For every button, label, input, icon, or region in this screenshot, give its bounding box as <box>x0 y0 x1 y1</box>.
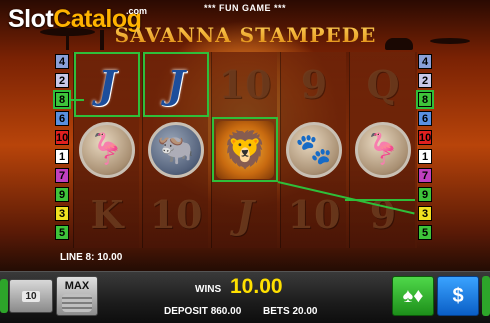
line-number-4: 4 <box>55 54 69 69</box>
symbol-q: Q <box>366 62 400 107</box>
left-edge-button[interactable] <box>0 279 8 313</box>
tree-silhouette-right <box>430 38 470 44</box>
line-number-8: 8 <box>53 90 71 109</box>
wins-label: WINS <box>195 284 222 295</box>
game-screen: *** FUN GAME *** SlotCatalog .com SAVANN… <box>0 0 490 323</box>
cards-icon: ♠♦ <box>402 284 424 307</box>
symbol-10: 10 <box>287 192 341 237</box>
line-number-1: 1 <box>55 149 69 164</box>
symbol-lion: 🦁 <box>212 117 278 182</box>
symbol-9: 9 <box>300 62 328 107</box>
reel-2: J 🐃 10 <box>142 52 209 248</box>
line-number-2: 2 <box>418 73 432 88</box>
reel-3: 10 🦁 J <box>211 52 278 248</box>
line-number-2: 2 <box>55 73 69 88</box>
game-title: SAVANNA STAMPEDE <box>108 23 383 47</box>
symbol-9: 9 <box>369 192 397 237</box>
line-number-7: 7 <box>55 168 69 183</box>
symbol-10: 10 <box>149 192 203 237</box>
payline-8-segment-1 <box>69 99 84 101</box>
line-number-5: 5 <box>418 225 432 240</box>
coins-icon <box>62 294 92 312</box>
reel-5: Q 🦩 9 <box>349 52 415 248</box>
reels-area: J 🦩 K J 🐃 10 10 🦁 J 9 🐾 10 Q 🦩 9 <box>73 52 417 248</box>
line-number-5: 5 <box>55 225 69 240</box>
symbol-k: K <box>90 192 124 237</box>
line-number-10: 10 <box>418 130 432 145</box>
line-number-7: 7 <box>418 168 432 183</box>
line-number-9: 9 <box>55 187 69 202</box>
right-edge-button[interactable] <box>482 276 490 316</box>
gamble-button[interactable]: ♠♦ <box>392 276 434 316</box>
symbol-j: J <box>143 52 209 117</box>
deposit-display: DEPOSIT 860.00 <box>164 306 242 317</box>
reel-1: J 🦩 K <box>73 52 140 248</box>
symbol-10: 10 <box>218 62 272 107</box>
symbol-buffalo: 🐃 <box>143 117 209 182</box>
line-number-3: 3 <box>418 206 432 221</box>
line-number-6: 6 <box>418 111 432 126</box>
elephant-silhouette <box>385 38 413 50</box>
line-number-8: 8 <box>416 90 434 109</box>
symbol-j: J <box>236 192 254 237</box>
line-number-9: 9 <box>418 187 432 202</box>
lines-value: 10 <box>22 290 40 302</box>
payline-8-segment-3 <box>345 199 415 201</box>
brand-suffix: .com <box>126 6 148 16</box>
symbol-flamingo: 🦩 <box>74 117 140 182</box>
line-number-10: 10 <box>55 130 69 145</box>
max-label: MAX <box>64 280 90 292</box>
symbol-meerkat: 🐾 <box>281 117 347 182</box>
line-number-3: 3 <box>55 206 69 221</box>
lines-button[interactable]: 10 <box>9 279 53 313</box>
tree-trunk <box>66 34 69 50</box>
line-number-6: 6 <box>55 111 69 126</box>
line-number-4: 4 <box>418 54 432 69</box>
cashout-button[interactable]: $ <box>437 276 479 316</box>
wins-value: 10.00 <box>230 275 283 298</box>
bets-display: BETS 20.00 <box>263 306 318 317</box>
line-number-1: 1 <box>418 149 432 164</box>
reel-4: 9 🐾 10 <box>280 52 346 248</box>
symbol-flamingo: 🦩 <box>350 117 416 182</box>
symbol-j: J <box>74 52 140 117</box>
money-bag-icon: $ <box>452 284 464 307</box>
max-bet-button[interactable]: MAX <box>56 276 98 316</box>
line-win-text: LINE 8: 10.00 <box>60 252 123 263</box>
